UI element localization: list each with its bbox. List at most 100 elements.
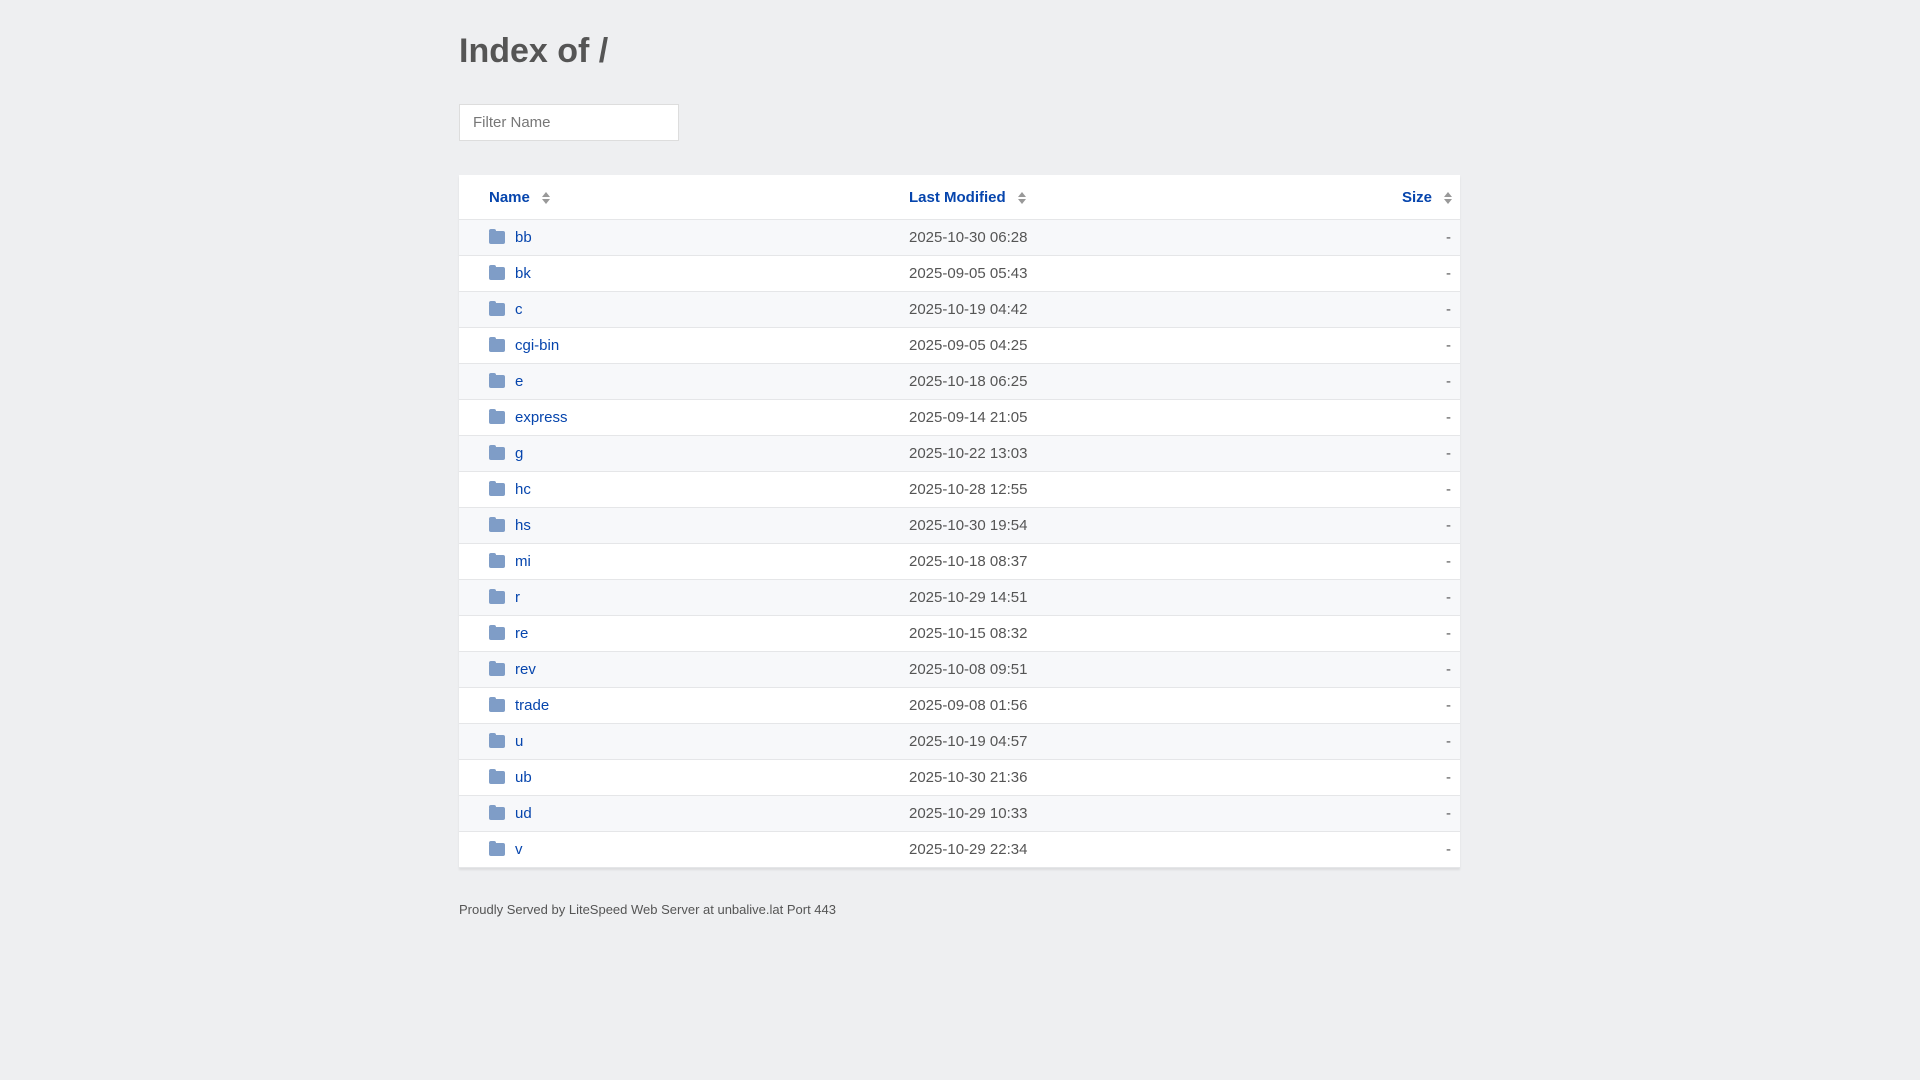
name-cell: r: [459, 579, 909, 616]
modified-cell: 2025-09-14 21:05: [909, 399, 1301, 436]
size-cell: -: [1301, 687, 1460, 724]
modified-cell: 2025-10-29 10:33: [909, 795, 1301, 832]
name-cell: re: [459, 615, 909, 652]
table-row: bk 2025-09-05 05:43-: [459, 255, 1460, 292]
folder-link[interactable]: bb: [489, 228, 532, 246]
table-row: c 2025-10-19 04:42-: [459, 291, 1460, 328]
folder-icon: [489, 300, 505, 316]
folder-icon: [489, 516, 505, 532]
folder-link[interactable]: hs: [489, 516, 531, 534]
folder-link[interactable]: express: [489, 408, 568, 426]
folder-link[interactable]: c: [489, 300, 523, 318]
folder-icon: [489, 624, 505, 640]
table-row: e 2025-10-18 06:25-: [459, 363, 1460, 400]
folder-name: v: [515, 841, 523, 858]
table-row: g 2025-10-22 13:03-: [459, 435, 1460, 472]
name-cell: trade: [459, 687, 909, 724]
modified-cell: 2025-09-05 05:43: [909, 255, 1301, 292]
modified-cell: 2025-10-30 21:36: [909, 759, 1301, 796]
folder-icon: [489, 408, 505, 424]
table-row: rev 2025-10-08 09:51-: [459, 651, 1460, 688]
table-row: cgi-bin 2025-09-05 04:25-: [459, 327, 1460, 364]
folder-name: g: [515, 445, 524, 462]
folder-name: hs: [515, 517, 531, 534]
folder-link[interactable]: ud: [489, 804, 532, 822]
folder-link[interactable]: u: [489, 732, 523, 750]
sort-by-last-modified[interactable]: Last Modified: [909, 189, 1026, 206]
sort-by-name[interactable]: Name: [489, 189, 550, 206]
folder-link[interactable]: cgi-bin: [489, 336, 560, 354]
folder-link[interactable]: v: [489, 840, 523, 858]
size-cell: -: [1301, 759, 1460, 796]
modified-cell: 2025-10-22 13:03: [909, 435, 1301, 472]
folder-name: bk: [515, 265, 531, 282]
sort-icon: [1444, 191, 1452, 204]
table-row: ud 2025-10-29 10:33-: [459, 795, 1460, 832]
folder-name: rev: [515, 661, 536, 678]
folder-icon: [489, 372, 505, 388]
name-cell: express: [459, 399, 909, 436]
folder-icon: [489, 768, 505, 784]
filter-name-input[interactable]: [459, 104, 679, 141]
folder-link[interactable]: e: [489, 372, 524, 390]
size-cell: -: [1301, 543, 1460, 580]
name-cell: ud: [459, 795, 909, 832]
folder-icon: [489, 840, 505, 856]
size-cell: -: [1301, 651, 1460, 688]
table-row: re 2025-10-15 08:32-: [459, 615, 1460, 652]
size-cell: -: [1301, 255, 1460, 292]
folder-name: ud: [515, 805, 532, 822]
size-cell: -: [1301, 579, 1460, 616]
page-title: Index of /: [459, 32, 609, 70]
size-cell: -: [1301, 435, 1460, 472]
name-header-label: Name: [489, 188, 530, 206]
modified-cell: 2025-10-30 06:28: [909, 219, 1301, 256]
sort-icon: [541, 191, 550, 204]
table-row: express 2025-09-14 21:05-: [459, 399, 1460, 436]
folder-link[interactable]: bk: [489, 264, 531, 282]
folder-name: express: [515, 409, 568, 426]
folder-name: hc: [515, 481, 531, 498]
table-row: mi 2025-10-18 08:37-: [459, 543, 1460, 580]
folder-icon: [489, 660, 505, 676]
size-cell: -: [1301, 471, 1460, 508]
modified-cell: 2025-10-28 12:55: [909, 471, 1301, 508]
modified-cell: 2025-09-08 01:56: [909, 687, 1301, 724]
name-cell: u: [459, 723, 909, 760]
folder-link[interactable]: g: [489, 444, 524, 462]
size-cell: -: [1301, 615, 1460, 652]
name-cell: hc: [459, 471, 909, 508]
modified-cell: 2025-10-18 06:25: [909, 363, 1301, 400]
name-cell: e: [459, 363, 909, 400]
modified-cell: 2025-10-08 09:51: [909, 651, 1301, 688]
folder-link[interactable]: hc: [489, 480, 531, 498]
folder-link[interactable]: r: [489, 588, 520, 606]
size-header-label: Size: [1401, 188, 1432, 206]
folder-name: cgi-bin: [515, 337, 560, 354]
table-row: v 2025-10-29 22:34-: [459, 831, 1460, 868]
sort-by-size[interactable]: Size: [1402, 189, 1452, 206]
folder-icon: [489, 696, 505, 712]
name-cell: ub: [459, 759, 909, 796]
folder-link[interactable]: trade: [489, 696, 549, 714]
folder-link[interactable]: mi: [489, 552, 531, 570]
size-cell: -: [1301, 399, 1460, 436]
size-cell: -: [1301, 327, 1460, 364]
sort-icon: [1017, 191, 1026, 204]
name-cell: g: [459, 435, 909, 472]
table-row: hc 2025-10-28 12:55-: [459, 471, 1460, 508]
folder-name: ub: [515, 769, 532, 786]
table-row: r 2025-10-29 14:51-: [459, 579, 1460, 616]
folder-link[interactable]: rev: [489, 660, 536, 678]
folder-link[interactable]: ub: [489, 768, 532, 786]
folder-icon: [489, 444, 505, 460]
modified-cell: 2025-10-15 08:32: [909, 615, 1301, 652]
folder-icon: [489, 264, 505, 280]
folder-name: e: [515, 373, 524, 390]
size-cell: -: [1301, 723, 1460, 760]
folder-icon: [489, 228, 505, 244]
file-table: Name Last Modified Size bb 2025-10-30 06:…: [459, 175, 1460, 868]
table-row: bb 2025-10-30 06:28-: [459, 219, 1460, 256]
folder-link[interactable]: re: [489, 624, 528, 642]
size-cell: -: [1301, 507, 1460, 544]
